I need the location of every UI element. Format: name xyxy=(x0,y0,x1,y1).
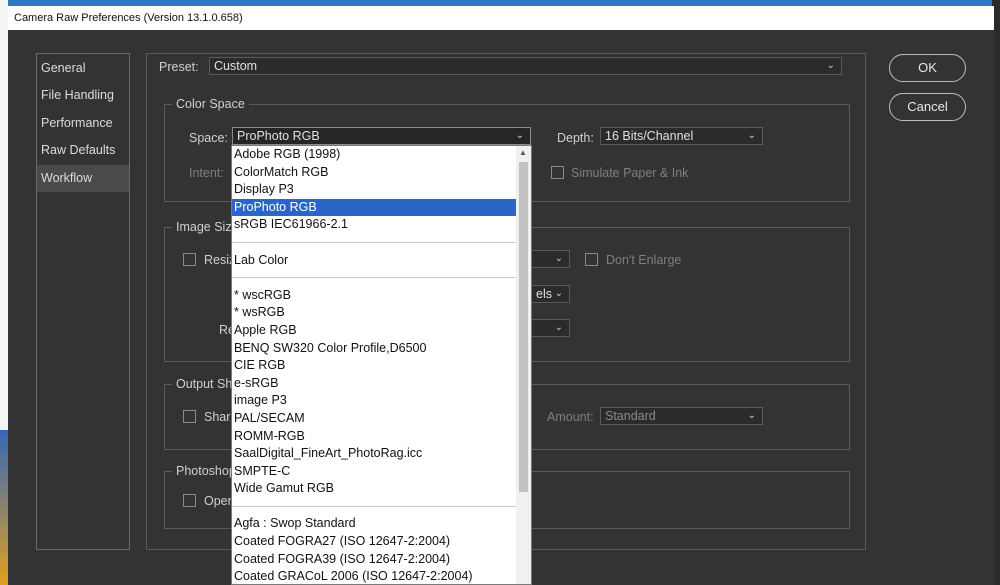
open-smart-objects-label: Open xyxy=(204,494,235,508)
scroll-up-icon[interactable]: ▲ xyxy=(519,148,527,157)
dropdown-option[interactable]: * wscRGB xyxy=(232,287,516,305)
resize-checkbox[interactable] xyxy=(183,253,196,266)
dropdown-option[interactable]: Lab Color xyxy=(232,252,516,270)
dropdown-option[interactable]: ColorMatch RGB xyxy=(232,164,516,182)
dont-enlarge-label: Don't Enlarge xyxy=(606,253,682,267)
scrollbar-thumb[interactable] xyxy=(519,162,528,492)
dropdown-option[interactable]: PAL/SECAM xyxy=(232,410,516,428)
sidebar-item-general[interactable]: General xyxy=(37,55,129,83)
chevron-down-icon: ⌄ xyxy=(747,410,756,421)
ok-button[interactable]: OK xyxy=(889,54,966,82)
dropdown-option[interactable]: image P3 xyxy=(232,392,516,410)
dropdown-separator xyxy=(232,269,516,287)
dropdown-option[interactable]: Coated GRACoL 2006 (ISO 12647-2:2004) xyxy=(232,568,516,584)
sidebar-item-performance[interactable]: Performance xyxy=(37,110,129,138)
color-space-title: Color Space xyxy=(172,97,249,111)
dropdown-option[interactable]: Adobe RGB (1998) xyxy=(232,146,516,164)
dropdown-option[interactable]: Apple RGB xyxy=(232,322,516,340)
size-units-select[interactable]: els ⌄ xyxy=(532,285,570,303)
dropdown-option[interactable]: * wsRGB xyxy=(232,304,516,322)
sidebar-item-raw-defaults[interactable]: Raw Defaults xyxy=(37,137,129,165)
dropdown-scrollbar[interactable]: ▲ xyxy=(516,146,531,584)
dropdown-separator xyxy=(232,498,516,516)
preset-label: Preset: xyxy=(159,60,199,74)
dropdown-option[interactable]: Wide Gamut RGB xyxy=(232,480,516,498)
space-select[interactable]: ProPhoto RGB ⌄ xyxy=(232,127,531,145)
amount-select[interactable]: Standard ⌄ xyxy=(600,407,763,425)
size-units-value: els xyxy=(536,287,552,301)
dropdown-option[interactable]: e-sRGB xyxy=(232,375,516,393)
sidebar-item-workflow[interactable]: Workflow xyxy=(37,164,129,192)
open-smart-objects-checkbox[interactable] xyxy=(183,494,196,507)
dropdown-option[interactable]: Coated FOGRA27 (ISO 12647-2:2004) xyxy=(232,533,516,551)
depth-label: Depth: xyxy=(557,131,594,145)
resolution-units-select[interactable]: ⌄ xyxy=(532,319,570,337)
depth-select[interactable]: 16 Bits/Channel ⌄ xyxy=(600,127,763,145)
chevron-down-icon: ⌄ xyxy=(554,288,563,299)
background-photo-left xyxy=(0,430,8,585)
dropdown-option[interactable]: sRGB IEC61966-2.1 xyxy=(232,216,516,234)
dont-enlarge-checkbox[interactable] xyxy=(585,253,598,266)
space-dropdown-list[interactable]: Adobe RGB (1998) ColorMatch RGB Display P3… xyxy=(231,145,532,585)
dropdown-option[interactable]: Display P3 xyxy=(232,181,516,199)
dropdown-separator xyxy=(232,234,516,252)
preset-value: Custom xyxy=(214,59,258,73)
chevron-down-icon: ⌄ xyxy=(826,60,835,71)
simulate-paper-checkbox[interactable] xyxy=(551,166,564,179)
chevron-down-icon: ⌄ xyxy=(554,322,563,333)
image-sizing-title: Image Sizi xyxy=(172,220,239,234)
dropdown-option[interactable]: SaalDigital_FineArt_PhotoRag.icc xyxy=(232,445,516,463)
amount-label: Amount: xyxy=(547,410,594,424)
chevron-down-icon: ⌄ xyxy=(747,130,756,141)
sidebar-item-file-handling[interactable]: File Handling xyxy=(37,82,129,110)
dropdown-option[interactable]: BENQ SW320 Color Profile,D6500 xyxy=(232,340,516,358)
space-label: Space: xyxy=(189,131,228,145)
space-value: ProPhoto RGB xyxy=(237,129,320,143)
output-sharpening-title: Output Sh xyxy=(172,377,237,391)
resize-mode-select[interactable]: ⌄ xyxy=(532,250,570,268)
simulate-paper-label: Simulate Paper & Ink xyxy=(571,166,689,180)
intent-label: Intent: xyxy=(189,166,224,180)
dropdown-option[interactable]: ProPhoto RGB xyxy=(232,198,516,217)
dropdown-option[interactable]: CIE RGB xyxy=(232,357,516,375)
sharpen-checkbox[interactable] xyxy=(183,410,196,423)
dropdown-option[interactable]: SMPTE-C xyxy=(232,463,516,481)
amount-value: Standard xyxy=(605,409,656,423)
dropdown-option[interactable]: ROMM-RGB xyxy=(232,428,516,446)
preset-select[interactable]: Custom ⌄ xyxy=(209,57,842,75)
chevron-down-icon: ⌄ xyxy=(515,130,524,141)
space-dropdown-items: Adobe RGB (1998) ColorMatch RGB Display P3… xyxy=(232,146,531,584)
preferences-sidebar: General File Handling Performance Raw De… xyxy=(36,53,130,550)
photoshop-title: Photoshop xyxy=(172,464,240,478)
cancel-button[interactable]: Cancel xyxy=(889,93,966,121)
dropdown-option[interactable]: Agfa : Swop Standard xyxy=(232,515,516,533)
dropdown-option[interactable]: Coated FOGRA39 (ISO 12647-2:2004) xyxy=(232,551,516,569)
window-title: Camera Raw Preferences (Version 13.1.0.6… xyxy=(14,12,243,24)
depth-value: 16 Bits/Channel xyxy=(605,129,694,143)
window-title-bar[interactable]: Camera Raw Preferences (Version 13.1.0.6… xyxy=(8,6,994,30)
chevron-down-icon: ⌄ xyxy=(554,253,563,264)
